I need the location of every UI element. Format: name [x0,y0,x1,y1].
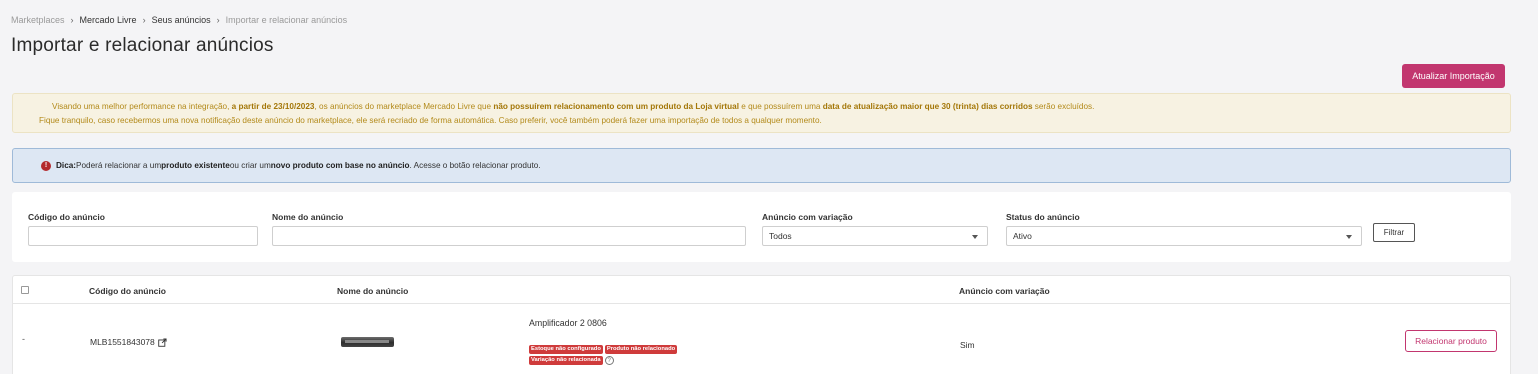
warning-condition-relation: não possuírem relacionamento com um prod… [493,102,739,111]
column-header-code: Código do anúncio [89,286,166,296]
listing-code-text: MLB1551843078 [90,337,155,347]
warning-line-2: Fique tranquilo, caso recebermos uma nov… [39,116,822,125]
warning-text: Visando uma melhor performance na integr… [52,102,232,111]
status-filter-label: Status do anúncio [1006,212,1080,222]
code-filter-input[interactable] [28,226,258,246]
warning-condition-date: data de atualização maior que 30 (trinta… [822,102,1033,111]
filter-button[interactable]: Filtrar [1373,223,1415,242]
chevron-down-icon [972,235,978,239]
product-thumbnail [341,337,394,347]
warning-text: e que possuírem uma [739,102,823,111]
variation-filter-label: Anúncio com variação [762,212,853,222]
badge-stock-not-configured: Estoque não configurado [529,345,603,354]
warning-date: a partir de 23/10/2023 [231,102,315,111]
deletion-warning-banner: Visando uma melhor performance na integr… [12,93,1511,133]
breadcrumb-marketplaces[interactable]: Marketplaces [11,15,65,25]
warning-line-1: Visando uma melhor performance na integr… [13,100,1510,114]
page-title: Importar e relacionar anúncios [11,35,274,56]
code-filter-label: Código do anúncio [28,212,105,222]
listing-code: MLB1551843078 [90,337,167,347]
tip-text: Poderá relacionar a um [76,161,162,170]
badge-product-not-related: Produto não relacionado [604,345,678,354]
row-placeholder: - [22,334,25,344]
status-badges: Estoque não configurado Produto não rela… [529,345,709,365]
chevron-down-icon [1346,235,1352,239]
help-icon[interactable]: ? [604,356,614,365]
external-link-icon[interactable] [158,337,167,347]
variation-filter-select[interactable]: Todos [762,226,988,246]
table-row: - MLB1551843078 Amplificador 2 0806 Esto… [13,304,1510,374]
status-filter-value: Ativo [1013,231,1032,241]
tip-label: Dica: [56,161,77,170]
relate-product-button[interactable]: Relacionar produto [1405,330,1497,352]
name-filter-input[interactable] [272,226,746,246]
breadcrumb-mercado-livre[interactable]: Mercado Livre [80,15,137,25]
breadcrumb-separator: › [142,15,146,25]
breadcrumb-separator: › [216,15,220,25]
column-header-variation: Anúncio com variação [959,286,1050,296]
tip-banner: ! Dica: Poderá relacionar a um produto e… [12,148,1511,183]
breadcrumb-current: Importar e relacionar anúncios [225,15,348,25]
tip-text: ou criar um [229,161,271,170]
tip-text: . Acesse o botão relacionar produto. [409,161,541,170]
select-all-checkbox[interactable] [21,286,29,294]
filters-panel: Código do anúncio Nome do anúncio Anúnci… [12,192,1511,262]
tip-existing-product: produto existente [161,161,230,170]
breadcrumb-separator: › [70,15,74,25]
update-import-button[interactable]: Atualizar Importação [1402,64,1505,88]
variation-value: Sim [960,340,975,350]
warning-text: serão excluídos. [1032,102,1095,111]
breadcrumb: Marketplaces › Mercado Livre › Seus anún… [11,15,347,25]
status-filter-select[interactable]: Ativo [1006,226,1362,246]
breadcrumb-seus-anuncios[interactable]: Seus anúncios [152,15,211,25]
table-header: Código do anúncio Nome do anúncio Anúnci… [13,276,1510,304]
alert-icon: ! [41,160,51,171]
badge-variation-not-related: Variação não relacionada [529,356,603,365]
product-name: Amplificador 2 0806 [529,318,607,328]
name-filter-label: Nome do anúncio [272,212,344,222]
warning-text: , os anúncios do marketplace Mercado Liv… [314,102,494,111]
variation-filter-value: Todos [769,231,792,241]
listings-table: Código do anúncio Nome do anúncio Anúnci… [12,275,1511,374]
tip-new-product: novo produto com base no anúncio [270,161,410,170]
column-header-name: Nome do anúncio [337,286,409,296]
badge-variation-row: Variação não relacionada ? [529,356,614,365]
